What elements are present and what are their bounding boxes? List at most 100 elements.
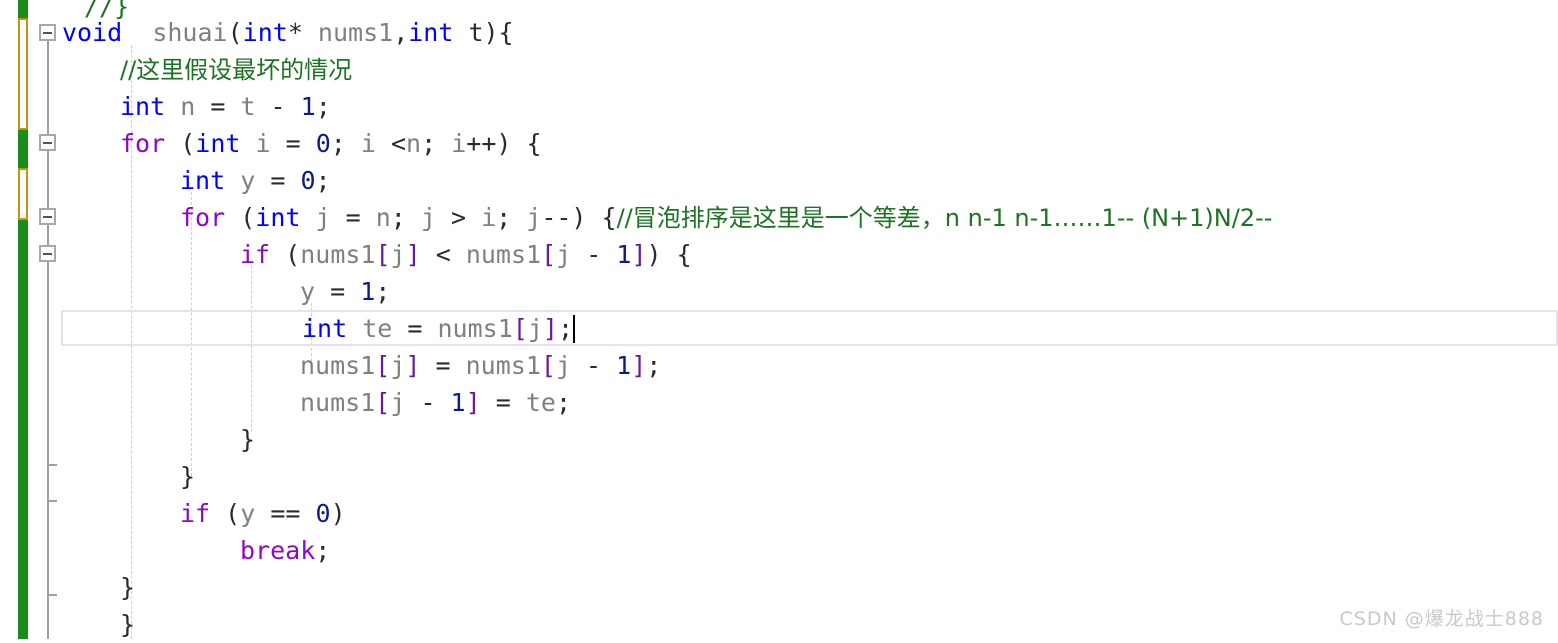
token-identifier: nums1 xyxy=(300,351,376,380)
token-number: 1 xyxy=(616,240,632,269)
token-plain: < xyxy=(420,240,466,269)
token-plain: = xyxy=(255,166,301,195)
token-identifier: nums1 xyxy=(300,240,376,269)
token-plain: ; xyxy=(315,92,331,121)
token-number: 1 xyxy=(300,92,316,121)
token-identifier: j xyxy=(420,203,436,232)
token-bracket: [ xyxy=(375,240,391,269)
token-identifier: y xyxy=(300,277,316,306)
token-plain: ; xyxy=(315,166,331,195)
code-line[interactable]: for (int i = 0; i <n; i++) { xyxy=(62,125,542,162)
token-number: 1 xyxy=(450,388,466,417)
token-plain: - xyxy=(255,92,301,121)
token-control: if xyxy=(240,240,271,269)
token-identifier: nums1 xyxy=(465,351,541,380)
token-plain: ; xyxy=(646,351,662,380)
token-plain: ; xyxy=(375,277,391,306)
code-line[interactable]: nums1[j - 1] = te; xyxy=(62,384,571,421)
code-line[interactable]: int te = nums1[j]; xyxy=(62,310,575,347)
token-identifier: j xyxy=(555,351,571,380)
token-plain: --) { xyxy=(541,203,617,232)
token-identifier: n xyxy=(406,129,422,158)
token-control: for xyxy=(120,129,166,158)
csdn-watermark: CSDN @爆龙战士888 xyxy=(1339,608,1544,630)
token-bracket: [ xyxy=(375,351,391,380)
token-identifier: nums1 xyxy=(437,314,513,343)
token-keyword: int xyxy=(195,129,241,158)
token-identifier: j xyxy=(556,240,572,269)
token-identifier: j xyxy=(390,240,406,269)
token-number: 0 xyxy=(315,129,331,158)
code-line[interactable]: void shuai(int* nums1,int t){ xyxy=(62,14,514,51)
token-plain: ) xyxy=(330,499,346,528)
token-plain: ) { xyxy=(646,240,692,269)
token-bracket: [ xyxy=(375,388,391,417)
token-number: 1 xyxy=(360,277,376,306)
code-line[interactable]: int n = t - 1; xyxy=(62,88,331,125)
token-plain: ; xyxy=(557,314,573,343)
token-plain: - xyxy=(571,351,617,380)
code-line[interactable]: //这里假设最坏的情况 xyxy=(62,51,352,88)
token-comment: //这里假设最坏的情况 xyxy=(120,56,353,84)
token-bracket: [ xyxy=(540,351,556,380)
token-bracket: ] xyxy=(631,240,647,269)
code-line[interactable]: for (int j = n; j > i; j--) {//冒泡排序是这里是一… xyxy=(62,199,1272,236)
token-identifier: j xyxy=(526,203,542,232)
code-line[interactable]: int y = 0; xyxy=(62,162,331,199)
token-identifier: t xyxy=(240,92,256,121)
token-plain: > xyxy=(435,203,482,232)
code-line[interactable]: nums1[j] = nums1[j - 1]; xyxy=(62,347,661,384)
code-line[interactable]: } xyxy=(62,606,135,643)
token-plain: < xyxy=(375,129,407,158)
token-plain: ; xyxy=(496,203,527,232)
token-identifier: nums1 xyxy=(465,240,542,269)
token-identifier: nums1 xyxy=(300,388,376,417)
token-identifier: te xyxy=(362,314,393,343)
token-bracket: [ xyxy=(541,240,557,269)
code-line[interactable]: } xyxy=(62,458,195,495)
token-plain: ; xyxy=(315,536,331,565)
code-text-area[interactable]: //} void shuai(int* nums1,int t){//这里假设最坏… xyxy=(0,0,1558,639)
token-control: if xyxy=(180,499,211,528)
token-bracket: ] xyxy=(405,240,421,269)
token-control: break xyxy=(240,536,316,565)
token-identifier: nums1 xyxy=(317,18,394,47)
code-line[interactable]: if (y == 0) xyxy=(62,495,346,532)
token-bracket: [ xyxy=(512,314,528,343)
token-plain: - xyxy=(571,240,617,269)
token-number: 0 xyxy=(315,499,331,528)
token-plain: ( xyxy=(270,240,301,269)
token-number: 0 xyxy=(300,166,316,195)
token-plain: = xyxy=(392,314,438,343)
token-identifier: i xyxy=(481,203,497,232)
token-plain: , xyxy=(393,18,409,47)
token-keyword: void xyxy=(62,18,123,47)
code-line[interactable]: } xyxy=(62,569,135,606)
token-keyword: int xyxy=(242,18,288,47)
code-editor[interactable]: //} void shuai(int* nums1,int t){//这里假设最坏… xyxy=(0,0,1558,639)
token-plain: - xyxy=(405,388,451,417)
code-line[interactable]: if (nums1[j] < nums1[j - 1]) { xyxy=(62,236,692,273)
token-bracket: ] xyxy=(542,314,558,343)
token-identifier: n xyxy=(375,203,391,232)
code-line[interactable]: } xyxy=(62,421,255,458)
token-plain: = xyxy=(480,388,526,417)
token-plain: ( xyxy=(227,18,243,47)
token-plain: = xyxy=(195,92,241,121)
token-plain: } xyxy=(240,425,256,454)
token-plain: ( xyxy=(225,203,256,232)
token-plain: ; xyxy=(555,388,571,417)
token-identifier: j xyxy=(390,351,406,380)
token-plain: = xyxy=(420,351,466,380)
token-plain: = xyxy=(315,277,361,306)
token-keyword: int xyxy=(302,314,348,343)
token-plain: = xyxy=(270,129,316,158)
code-line[interactable]: y = 1; xyxy=(62,273,390,310)
code-line[interactable]: break; xyxy=(62,532,330,569)
token-identifier: y xyxy=(240,166,256,195)
